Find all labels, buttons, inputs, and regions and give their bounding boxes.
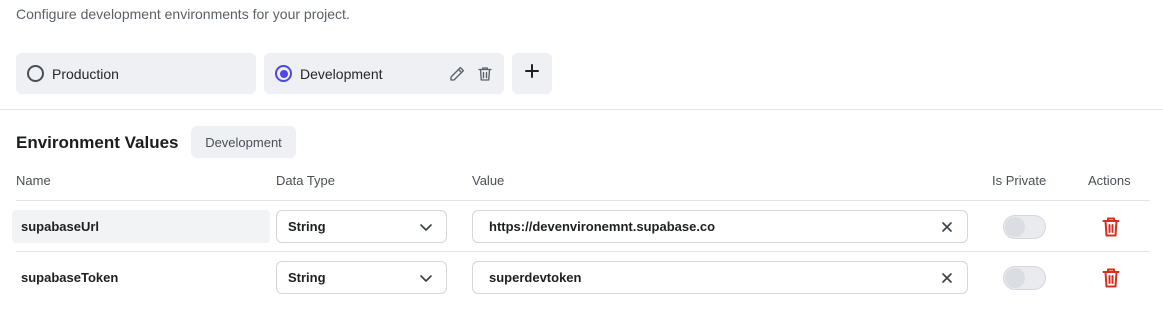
chevron-down-icon: [418, 219, 434, 235]
row-divider: [16, 251, 1150, 252]
table-row: supabaseUrl String https://devenvironemn…: [0, 207, 1163, 247]
header-divider: [16, 200, 1150, 201]
environment-card-development[interactable]: Development: [264, 53, 504, 94]
clear-icon[interactable]: [941, 272, 953, 284]
delete-row-icon[interactable]: [1102, 268, 1120, 288]
private-toggle[interactable]: [1003, 266, 1046, 290]
plus-icon: [524, 63, 540, 84]
add-environment-button[interactable]: [512, 53, 552, 94]
environment-card-production[interactable]: Production: [16, 53, 256, 94]
value-text: https://devenvironemnt.supabase.co: [489, 219, 716, 234]
clear-icon[interactable]: [941, 221, 953, 233]
chevron-down-icon: [418, 270, 434, 286]
table-row: supabaseToken String superdevtoken: [0, 258, 1163, 298]
section-divider: [0, 109, 1163, 110]
value-text: superdevtoken: [489, 270, 582, 285]
section-title: Environment Values: [16, 133, 179, 152]
delete-row-icon[interactable]: [1102, 217, 1120, 237]
trash-icon[interactable]: [476, 65, 494, 83]
environment-label-development: Development: [300, 65, 383, 82]
column-header-actions: Actions: [1088, 173, 1131, 188]
column-header-value: Value: [472, 173, 505, 188]
column-header-data-type: Data Type: [276, 173, 336, 188]
value-input[interactable]: superdevtoken: [472, 261, 968, 294]
data-type-value: String: [288, 219, 326, 234]
private-toggle[interactable]: [1003, 215, 1046, 239]
data-type-value: String: [288, 270, 326, 285]
data-type-select[interactable]: String: [276, 261, 447, 294]
variable-name-input[interactable]: supabaseToken: [12, 261, 270, 294]
page-subtitle: Configure development environments for y…: [16, 6, 350, 22]
data-type-select[interactable]: String: [276, 210, 447, 243]
radio-development[interactable]: [275, 65, 292, 82]
value-input[interactable]: https://devenvironemnt.supabase.co: [472, 210, 968, 243]
environment-badge: Development: [191, 126, 296, 158]
column-header-is-private: Is Private: [992, 173, 1047, 188]
column-header-name: Name: [16, 173, 51, 188]
pencil-icon[interactable]: [448, 65, 466, 83]
radio-production[interactable]: [27, 65, 44, 82]
variable-name-input[interactable]: supabaseUrl: [12, 210, 270, 243]
environment-label-production: Production: [52, 65, 119, 82]
